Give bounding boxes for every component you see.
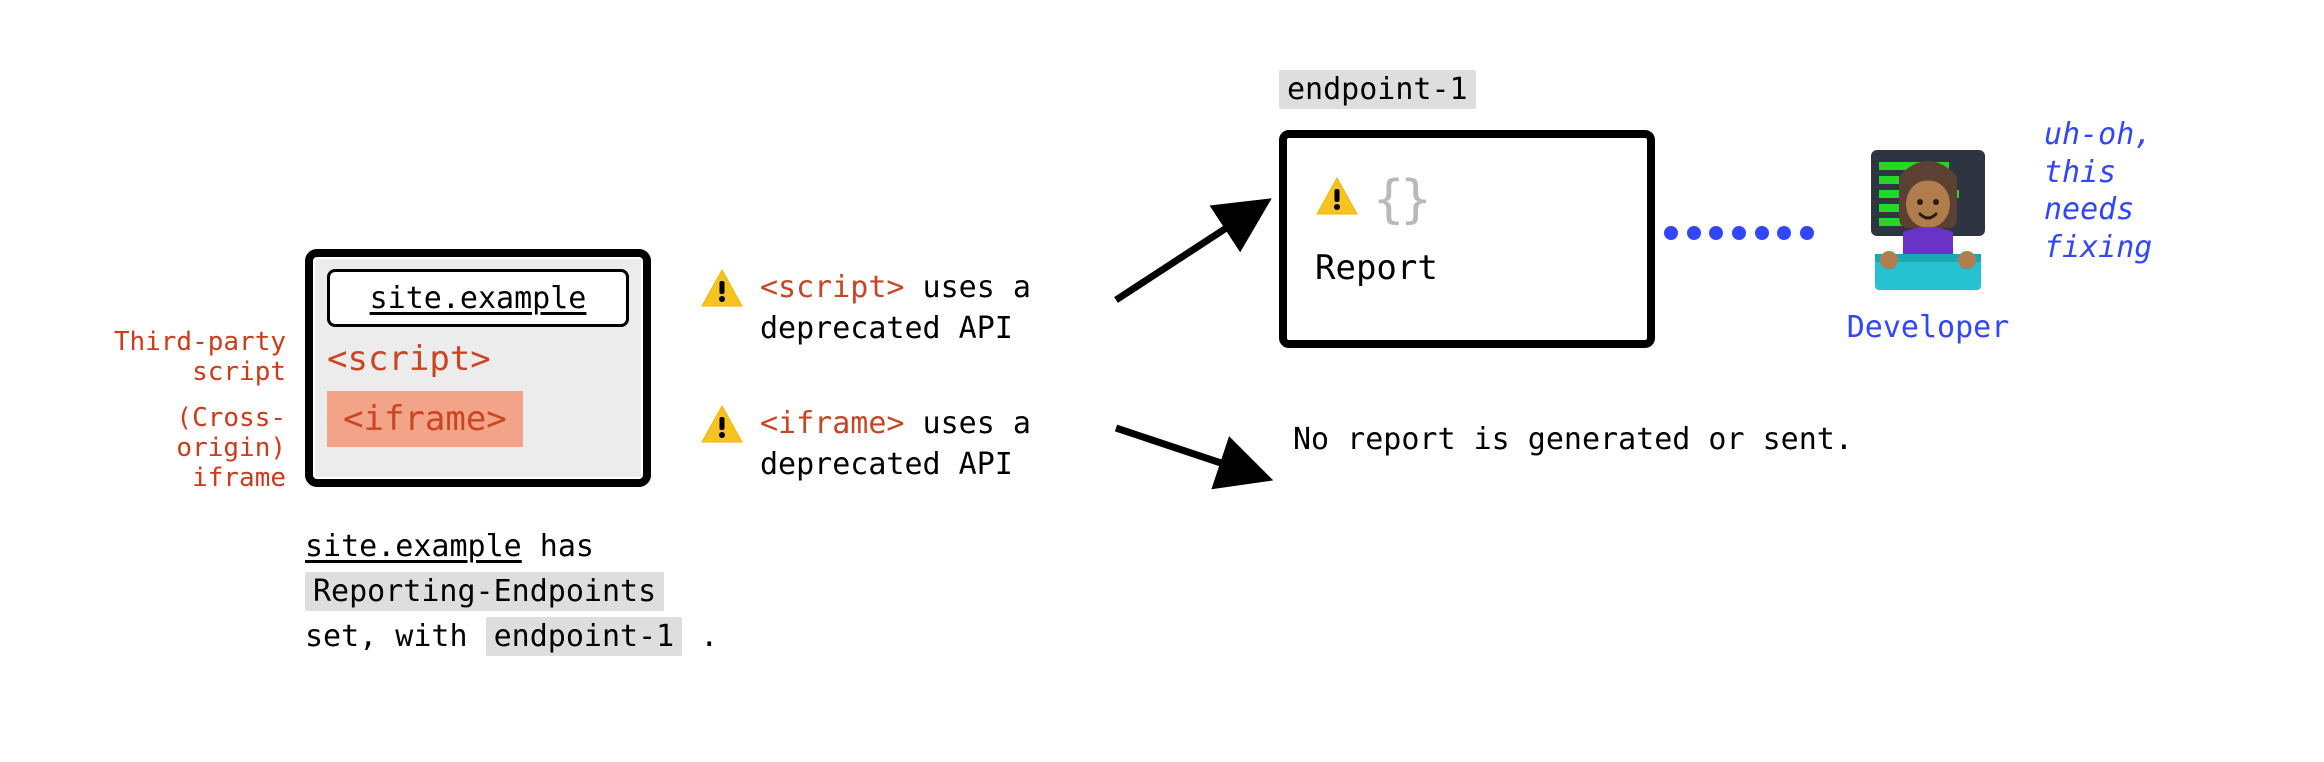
arrow-down-right-icon [1108, 420, 1278, 520]
caption-l1-rest: has [522, 529, 594, 564]
warning-script: <script> uses a deprecated API [700, 268, 1120, 349]
caption-site: site.example [305, 529, 522, 564]
label-cross-origin-iframe: (Cross-origin) iframe [68, 404, 286, 494]
caption-l3-post: . [682, 619, 718, 654]
script-tag: <script> [327, 339, 491, 379]
no-report-text: No report is generated or sent. [1293, 418, 1853, 462]
warning-iframe-text: <iframe> uses a deprecated API [760, 404, 1120, 485]
url-text: site.example [370, 281, 587, 316]
site-browser: site.example <script> <iframe> [305, 249, 651, 487]
braces-icon: {} [1373, 170, 1428, 230]
browser-caption: site.example has Reporting-Endpoints set… [305, 524, 745, 659]
caption-endpoint-1: endpoint-1 [486, 617, 683, 656]
endpoint-inner: {} [1315, 166, 1428, 226]
dots-connector [1664, 226, 1814, 240]
url-bar: site.example [327, 269, 629, 327]
warning-icon [1315, 176, 1359, 216]
endpoint-box: {} Report [1279, 130, 1655, 348]
endpoint-name-label: endpoint-1 [1279, 72, 1476, 107]
arrow-up-right-icon [1108, 192, 1278, 312]
warning-iframe-code: <iframe> [760, 406, 905, 441]
warning-icon [700, 404, 744, 444]
iframe-tag: <iframe> [327, 391, 523, 447]
caption-l3-pre: set, with [305, 619, 486, 654]
developer-avatar-icon [1843, 132, 2013, 302]
warning-icon [700, 268, 744, 308]
warning-iframe: <iframe> uses a deprecated API [700, 404, 1120, 485]
label-third-party-script: Third-party script [96, 328, 286, 388]
developer-label: Developer [1838, 310, 2018, 345]
warning-script-text: <script> uses a deprecated API [760, 268, 1120, 349]
warning-script-code: <script> [760, 270, 905, 305]
report-label: Report [1315, 248, 1438, 288]
endpoint-name: endpoint-1 [1279, 70, 1476, 109]
developer: Developer [1838, 132, 2018, 345]
developer-quote: uh-oh, this needs fixing [2044, 116, 2152, 266]
caption-reporting-endpoints: Reporting-Endpoints [305, 572, 664, 611]
